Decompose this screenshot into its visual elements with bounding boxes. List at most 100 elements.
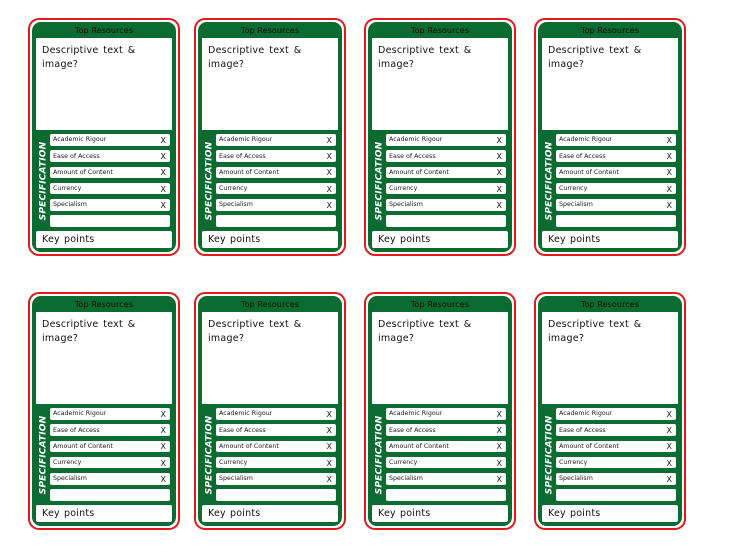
specification-row-blank[interactable] [216,215,336,227]
specification-row[interactable]: Amount of Content X [556,440,676,453]
resource-card[interactable]: Top Resources Descriptive text & image? SP… [534,18,686,256]
specification-row[interactable]: Academic Rigour X [50,134,170,146]
description-panel[interactable]: Descriptive text & image? [202,312,338,404]
specification-row-rating-mark[interactable]: X [664,185,672,194]
description-panel[interactable]: Descriptive text & image? [372,312,508,404]
specification-row-blank[interactable] [386,215,506,227]
description-panel[interactable]: Descriptive text & image? [372,38,508,130]
specification-row-rating-mark[interactable]: X [324,169,332,177]
specification-row[interactable]: Amount of Content X [386,440,506,453]
specification-row[interactable]: Amount of Content X [216,166,336,179]
specification-row[interactable]: Specialism X [556,473,676,485]
description-panel[interactable]: Descriptive text & image? [202,38,338,130]
specification-row[interactable]: Academic Rigour X [386,134,506,146]
resource-card[interactable]: Top Resources Descriptive text & image? SP… [364,18,516,256]
key-points-box[interactable]: Key points [372,505,508,522]
specification-row-rating-mark[interactable]: X [494,443,502,451]
specification-row-rating-mark[interactable]: X [324,475,332,484]
specification-row-rating-mark[interactable]: X [494,475,502,484]
specification-row-rating-mark[interactable]: X [494,459,502,468]
specification-row[interactable]: Academic Rigour X [556,408,676,420]
specification-row-rating-mark[interactable]: X [158,459,166,468]
specification-row[interactable]: Currency X [216,456,336,469]
specification-row[interactable]: Amount of Content X [50,440,170,453]
specification-row-blank[interactable] [556,489,676,501]
specification-row-rating-mark[interactable]: X [158,475,166,484]
specification-row-rating-mark[interactable]: X [664,443,672,451]
specification-row[interactable]: Specialism X [556,199,676,211]
specification-row-rating-mark[interactable]: X [664,153,672,161]
key-points-box[interactable]: Key points [542,505,678,522]
specification-row-blank[interactable] [216,489,336,501]
specification-row[interactable]: Currency X [50,456,170,469]
specification-row[interactable]: Specialism X [216,473,336,485]
specification-row[interactable]: Ease of Access X [556,424,676,436]
specification-row-rating-mark[interactable]: X [664,459,672,468]
specification-row[interactable]: Specialism X [386,473,506,485]
key-points-box[interactable]: Key points [202,231,338,248]
specification-row[interactable]: Amount of Content X [556,166,676,179]
specification-row-rating-mark[interactable]: X [494,410,502,419]
specification-row[interactable]: Ease of Access X [386,150,506,162]
key-points-box[interactable]: Key points [542,231,678,248]
description-panel[interactable]: Descriptive text & image? [542,312,678,404]
resource-card[interactable]: Top Resources Descriptive text & image? SP… [364,292,516,530]
specification-row-rating-mark[interactable]: X [324,427,332,435]
specification-row-rating-mark[interactable]: X [158,153,166,161]
specification-row[interactable]: Academic Rigour X [216,408,336,420]
specification-row[interactable]: Currency X [556,182,676,195]
specification-row-rating-mark[interactable]: X [324,459,332,468]
specification-row-rating-mark[interactable]: X [494,201,502,210]
specification-row[interactable]: Amount of Content X [386,166,506,179]
specification-row-rating-mark[interactable]: X [664,427,672,435]
specification-row[interactable]: Ease of Access X [556,150,676,162]
specification-row[interactable]: Amount of Content X [216,440,336,453]
key-points-box[interactable]: Key points [36,231,172,248]
specification-row-rating-mark[interactable]: X [324,136,332,145]
specification-row[interactable]: Currency X [50,182,170,195]
resource-card[interactable]: Top Resources Descriptive text & image? SP… [28,292,180,530]
specification-row[interactable]: Specialism X [50,473,170,485]
specification-row-rating-mark[interactable]: X [494,185,502,194]
specification-row[interactable]: Currency X [386,456,506,469]
specification-row-rating-mark[interactable]: X [158,185,166,194]
specification-row-rating-mark[interactable]: X [158,136,166,145]
specification-row-rating-mark[interactable]: X [158,443,166,451]
specification-row-rating-mark[interactable]: X [664,475,672,484]
specification-row-blank[interactable] [50,215,170,227]
resource-card[interactable]: Top Resources Descriptive text & image? SP… [194,18,346,256]
specification-row-rating-mark[interactable]: X [664,169,672,177]
specification-row-rating-mark[interactable]: X [664,201,672,210]
specification-row[interactable]: Currency X [216,182,336,195]
specification-row[interactable]: Ease of Access X [216,424,336,436]
key-points-box[interactable]: Key points [202,505,338,522]
specification-row-rating-mark[interactable]: X [158,427,166,435]
specification-row-rating-mark[interactable]: X [494,169,502,177]
specification-row-rating-mark[interactable]: X [158,169,166,177]
specification-row-rating-mark[interactable]: X [158,410,166,419]
specification-row-rating-mark[interactable]: X [664,136,672,145]
specification-row-blank[interactable] [50,489,170,501]
specification-row-rating-mark[interactable]: X [494,136,502,145]
key-points-box[interactable]: Key points [36,505,172,522]
specification-row-rating-mark[interactable]: X [324,153,332,161]
specification-row[interactable]: Ease of Access X [386,424,506,436]
specification-row[interactable]: Academic Rigour X [386,408,506,420]
resource-card[interactable]: Top Resources Descriptive text & image? SP… [194,292,346,530]
specification-row[interactable]: Academic Rigour X [216,134,336,146]
specification-row[interactable]: Ease of Access X [50,150,170,162]
specification-row-blank[interactable] [556,215,676,227]
specification-row-rating-mark[interactable]: X [324,201,332,210]
specification-row[interactable]: Specialism X [50,199,170,211]
specification-row[interactable]: Academic Rigour X [50,408,170,420]
specification-row-rating-mark[interactable]: X [324,443,332,451]
specification-row[interactable]: Specialism X [386,199,506,211]
description-panel[interactable]: Descriptive text & image? [542,38,678,130]
specification-row[interactable]: Ease of Access X [216,150,336,162]
specification-row[interactable]: Ease of Access X [50,424,170,436]
resource-card[interactable]: Top Resources Descriptive text & image? SP… [28,18,180,256]
specification-row[interactable]: Specialism X [216,199,336,211]
description-panel[interactable]: Descriptive text & image? [36,312,172,404]
specification-row-rating-mark[interactable]: X [158,201,166,210]
specification-row-blank[interactable] [386,489,506,501]
